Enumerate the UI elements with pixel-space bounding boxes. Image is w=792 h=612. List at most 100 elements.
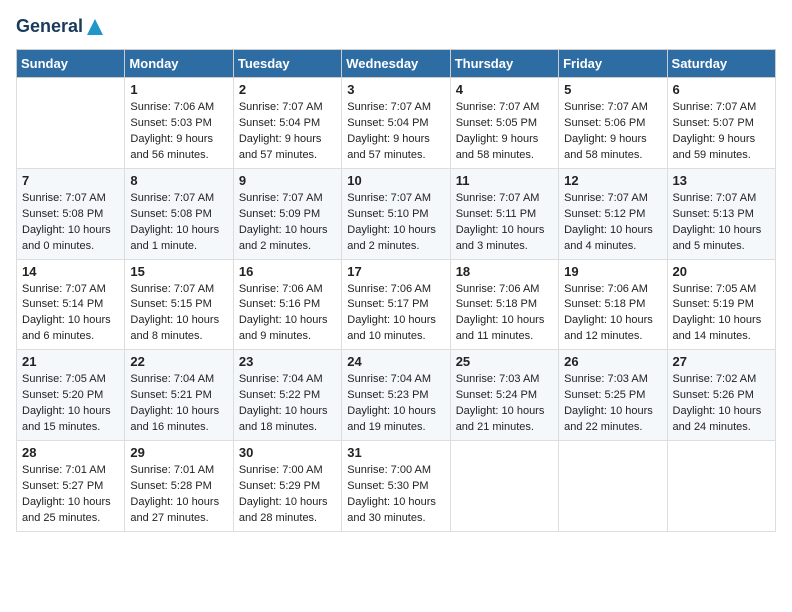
cell-info: Sunrise: 7:07 AM Sunset: 5:11 PM Dayligh… [456, 191, 553, 255]
calendar-cell [450, 441, 558, 532]
cell-info: Sunrise: 7:07 AM Sunset: 5:05 PM Dayligh… [456, 100, 553, 164]
cell-info: Sunrise: 7:07 AM Sunset: 5:10 PM Dayligh… [347, 191, 444, 255]
cell-info: Sunrise: 7:07 AM Sunset: 5:07 PM Dayligh… [673, 100, 770, 164]
calendar-cell: 29Sunrise: 7:01 AM Sunset: 5:28 PM Dayli… [125, 441, 233, 532]
calendar-cell: 24 Sunrise: 7:04 AM Sunset: 5:23 PM Dayli… [342, 350, 450, 441]
day-number: 22 [130, 354, 227, 369]
cell-info: Sunrise: 7:06 AM Sunset: 5:18 PM Dayligh… [456, 282, 553, 346]
header-cell-sunday: Sunday [17, 50, 125, 78]
cell-info: Sunrise: 7:06 AM Sunset: 5:03 PM Dayligh… [130, 100, 227, 164]
day-number: 5 [564, 82, 661, 97]
cell-info: Sunrise: 7:06 AM Sunset: 5:17 PM Dayligh… [347, 282, 444, 346]
day-number: 23 [239, 354, 336, 369]
cell-info: Sunrise: 7:07 AM Sunset: 5:04 PM Dayligh… [239, 100, 336, 164]
calendar-cell: 11 Sunrise: 7:07 AM Sunset: 5:11 PM Dayli… [450, 168, 558, 259]
day-number: 3 [347, 82, 444, 97]
calendar-cell: 18 Sunrise: 7:06 AM Sunset: 5:18 PM Dayli… [450, 259, 558, 350]
calendar-cell: 25Sunrise: 7:03 AM Sunset: 5:24 PM Dayli… [450, 350, 558, 441]
cell-info: Sunrise: 7:02 AM Sunset: 5:26 PM Dayligh… [673, 372, 770, 436]
page-header: General [16, 16, 776, 37]
calendar-cell: 14Sunrise: 7:07 AM Sunset: 5:14 PM Dayli… [17, 259, 125, 350]
calendar-cell [17, 78, 125, 169]
calendar-cell: 26 Sunrise: 7:03 AM Sunset: 5:25 PM Dayli… [559, 350, 667, 441]
day-number: 9 [239, 173, 336, 188]
cell-info: Sunrise: 7:03 AM Sunset: 5:25 PM Dayligh… [564, 372, 661, 436]
cell-info: Sunrise: 7:07 AM Sunset: 5:08 PM Dayligh… [130, 191, 227, 255]
calendar-cell: 6Sunrise: 7:07 AM Sunset: 5:07 PM Daylig… [667, 78, 775, 169]
day-number: 16 [239, 264, 336, 279]
header-cell-tuesday: Tuesday [233, 50, 341, 78]
day-number: 27 [673, 354, 770, 369]
day-number: 26 [564, 354, 661, 369]
calendar-cell: 20 Sunrise: 7:05 AM Sunset: 5:19 PM Dayli… [667, 259, 775, 350]
calendar-cell: 17Sunrise: 7:06 AM Sunset: 5:17 PM Dayli… [342, 259, 450, 350]
calendar-week-2: 7 Sunrise: 7:07 AM Sunset: 5:08 PM Daylig… [17, 168, 776, 259]
cell-info: Sunrise: 7:01 AM Sunset: 5:27 PM Dayligh… [22, 463, 119, 527]
day-number: 25 [456, 354, 553, 369]
calendar-cell: 10 Sunrise: 7:07 AM Sunset: 5:10 PM Dayli… [342, 168, 450, 259]
header-cell-monday: Monday [125, 50, 233, 78]
calendar-week-4: 21Sunrise: 7:05 AM Sunset: 5:20 PM Dayli… [17, 350, 776, 441]
cell-info: Sunrise: 7:00 AM Sunset: 5:30 PM Dayligh… [347, 463, 444, 527]
calendar-cell: 4 Sunrise: 7:07 AM Sunset: 5:05 PM Daylig… [450, 78, 558, 169]
day-number: 13 [673, 173, 770, 188]
calendar-cell: 1 Sunrise: 7:06 AM Sunset: 5:03 PM Daylig… [125, 78, 233, 169]
calendar-cell: 8 Sunrise: 7:07 AM Sunset: 5:08 PM Daylig… [125, 168, 233, 259]
calendar-cell: 13 Sunrise: 7:07 AM Sunset: 5:13 PM Dayli… [667, 168, 775, 259]
cell-info: Sunrise: 7:07 AM Sunset: 5:04 PM Dayligh… [347, 100, 444, 164]
calendar-week-3: 14Sunrise: 7:07 AM Sunset: 5:14 PM Dayli… [17, 259, 776, 350]
cell-info: Sunrise: 7:04 AM Sunset: 5:23 PM Dayligh… [347, 372, 444, 436]
header-cell-friday: Friday [559, 50, 667, 78]
calendar-cell: 19Sunrise: 7:06 AM Sunset: 5:18 PM Dayli… [559, 259, 667, 350]
calendar-cell: 2 Sunrise: 7:07 AM Sunset: 5:04 PM Daylig… [233, 78, 341, 169]
calendar-week-1: 1 Sunrise: 7:06 AM Sunset: 5:03 PM Daylig… [17, 78, 776, 169]
logo-general-text: General [16, 16, 83, 37]
calendar-cell: 21Sunrise: 7:05 AM Sunset: 5:20 PM Dayli… [17, 350, 125, 441]
cell-info: Sunrise: 7:05 AM Sunset: 5:20 PM Dayligh… [22, 372, 119, 436]
cell-info: Sunrise: 7:07 AM Sunset: 5:09 PM Dayligh… [239, 191, 336, 255]
cell-info: Sunrise: 7:07 AM Sunset: 5:06 PM Dayligh… [564, 100, 661, 164]
calendar-table: SundayMondayTuesdayWednesdayThursdayFrid… [16, 49, 776, 532]
calendar-cell: 5 Sunrise: 7:07 AM Sunset: 5:06 PM Daylig… [559, 78, 667, 169]
calendar-cell: 28 Sunrise: 7:01 AM Sunset: 5:27 PM Dayli… [17, 441, 125, 532]
cell-info: Sunrise: 7:05 AM Sunset: 5:19 PM Dayligh… [673, 282, 770, 346]
day-number: 15 [130, 264, 227, 279]
calendar-cell: 30Sunrise: 7:00 AM Sunset: 5:29 PM Dayli… [233, 441, 341, 532]
day-number: 29 [130, 445, 227, 460]
header-cell-thursday: Thursday [450, 50, 558, 78]
calendar-cell: 23Sunrise: 7:04 AM Sunset: 5:22 PM Dayli… [233, 350, 341, 441]
cell-info: Sunrise: 7:07 AM Sunset: 5:15 PM Dayligh… [130, 282, 227, 346]
day-number: 24 [347, 354, 444, 369]
day-number: 4 [456, 82, 553, 97]
day-number: 2 [239, 82, 336, 97]
day-number: 28 [22, 445, 119, 460]
day-number: 10 [347, 173, 444, 188]
day-number: 19 [564, 264, 661, 279]
day-number: 12 [564, 173, 661, 188]
calendar-week-5: 28 Sunrise: 7:01 AM Sunset: 5:27 PM Dayli… [17, 441, 776, 532]
cell-info: Sunrise: 7:06 AM Sunset: 5:16 PM Dayligh… [239, 282, 336, 346]
day-number: 7 [22, 173, 119, 188]
calendar-cell [667, 441, 775, 532]
cell-info: Sunrise: 7:07 AM Sunset: 5:14 PM Dayligh… [22, 282, 119, 346]
header-row: SundayMondayTuesdayWednesdayThursdayFrid… [17, 50, 776, 78]
day-number: 18 [456, 264, 553, 279]
day-number: 1 [130, 82, 227, 97]
calendar-cell: 15 Sunrise: 7:07 AM Sunset: 5:15 PM Dayli… [125, 259, 233, 350]
calendar-cell: 7 Sunrise: 7:07 AM Sunset: 5:08 PM Daylig… [17, 168, 125, 259]
logo-icon [85, 17, 105, 37]
cell-info: Sunrise: 7:07 AM Sunset: 5:13 PM Dayligh… [673, 191, 770, 255]
cell-info: Sunrise: 7:07 AM Sunset: 5:12 PM Dayligh… [564, 191, 661, 255]
calendar-header: SundayMondayTuesdayWednesdayThursdayFrid… [17, 50, 776, 78]
day-number: 20 [673, 264, 770, 279]
day-number: 11 [456, 173, 553, 188]
calendar-cell [559, 441, 667, 532]
calendar-cell: 12 Sunrise: 7:07 AM Sunset: 5:12 PM Dayli… [559, 168, 667, 259]
calendar-cell: 27 Sunrise: 7:02 AM Sunset: 5:26 PM Dayli… [667, 350, 775, 441]
cell-info: Sunrise: 7:07 AM Sunset: 5:08 PM Dayligh… [22, 191, 119, 255]
header-cell-saturday: Saturday [667, 50, 775, 78]
cell-info: Sunrise: 7:04 AM Sunset: 5:21 PM Dayligh… [130, 372, 227, 436]
calendar-cell: 3 Sunrise: 7:07 AM Sunset: 5:04 PM Daylig… [342, 78, 450, 169]
day-number: 8 [130, 173, 227, 188]
day-number: 30 [239, 445, 336, 460]
